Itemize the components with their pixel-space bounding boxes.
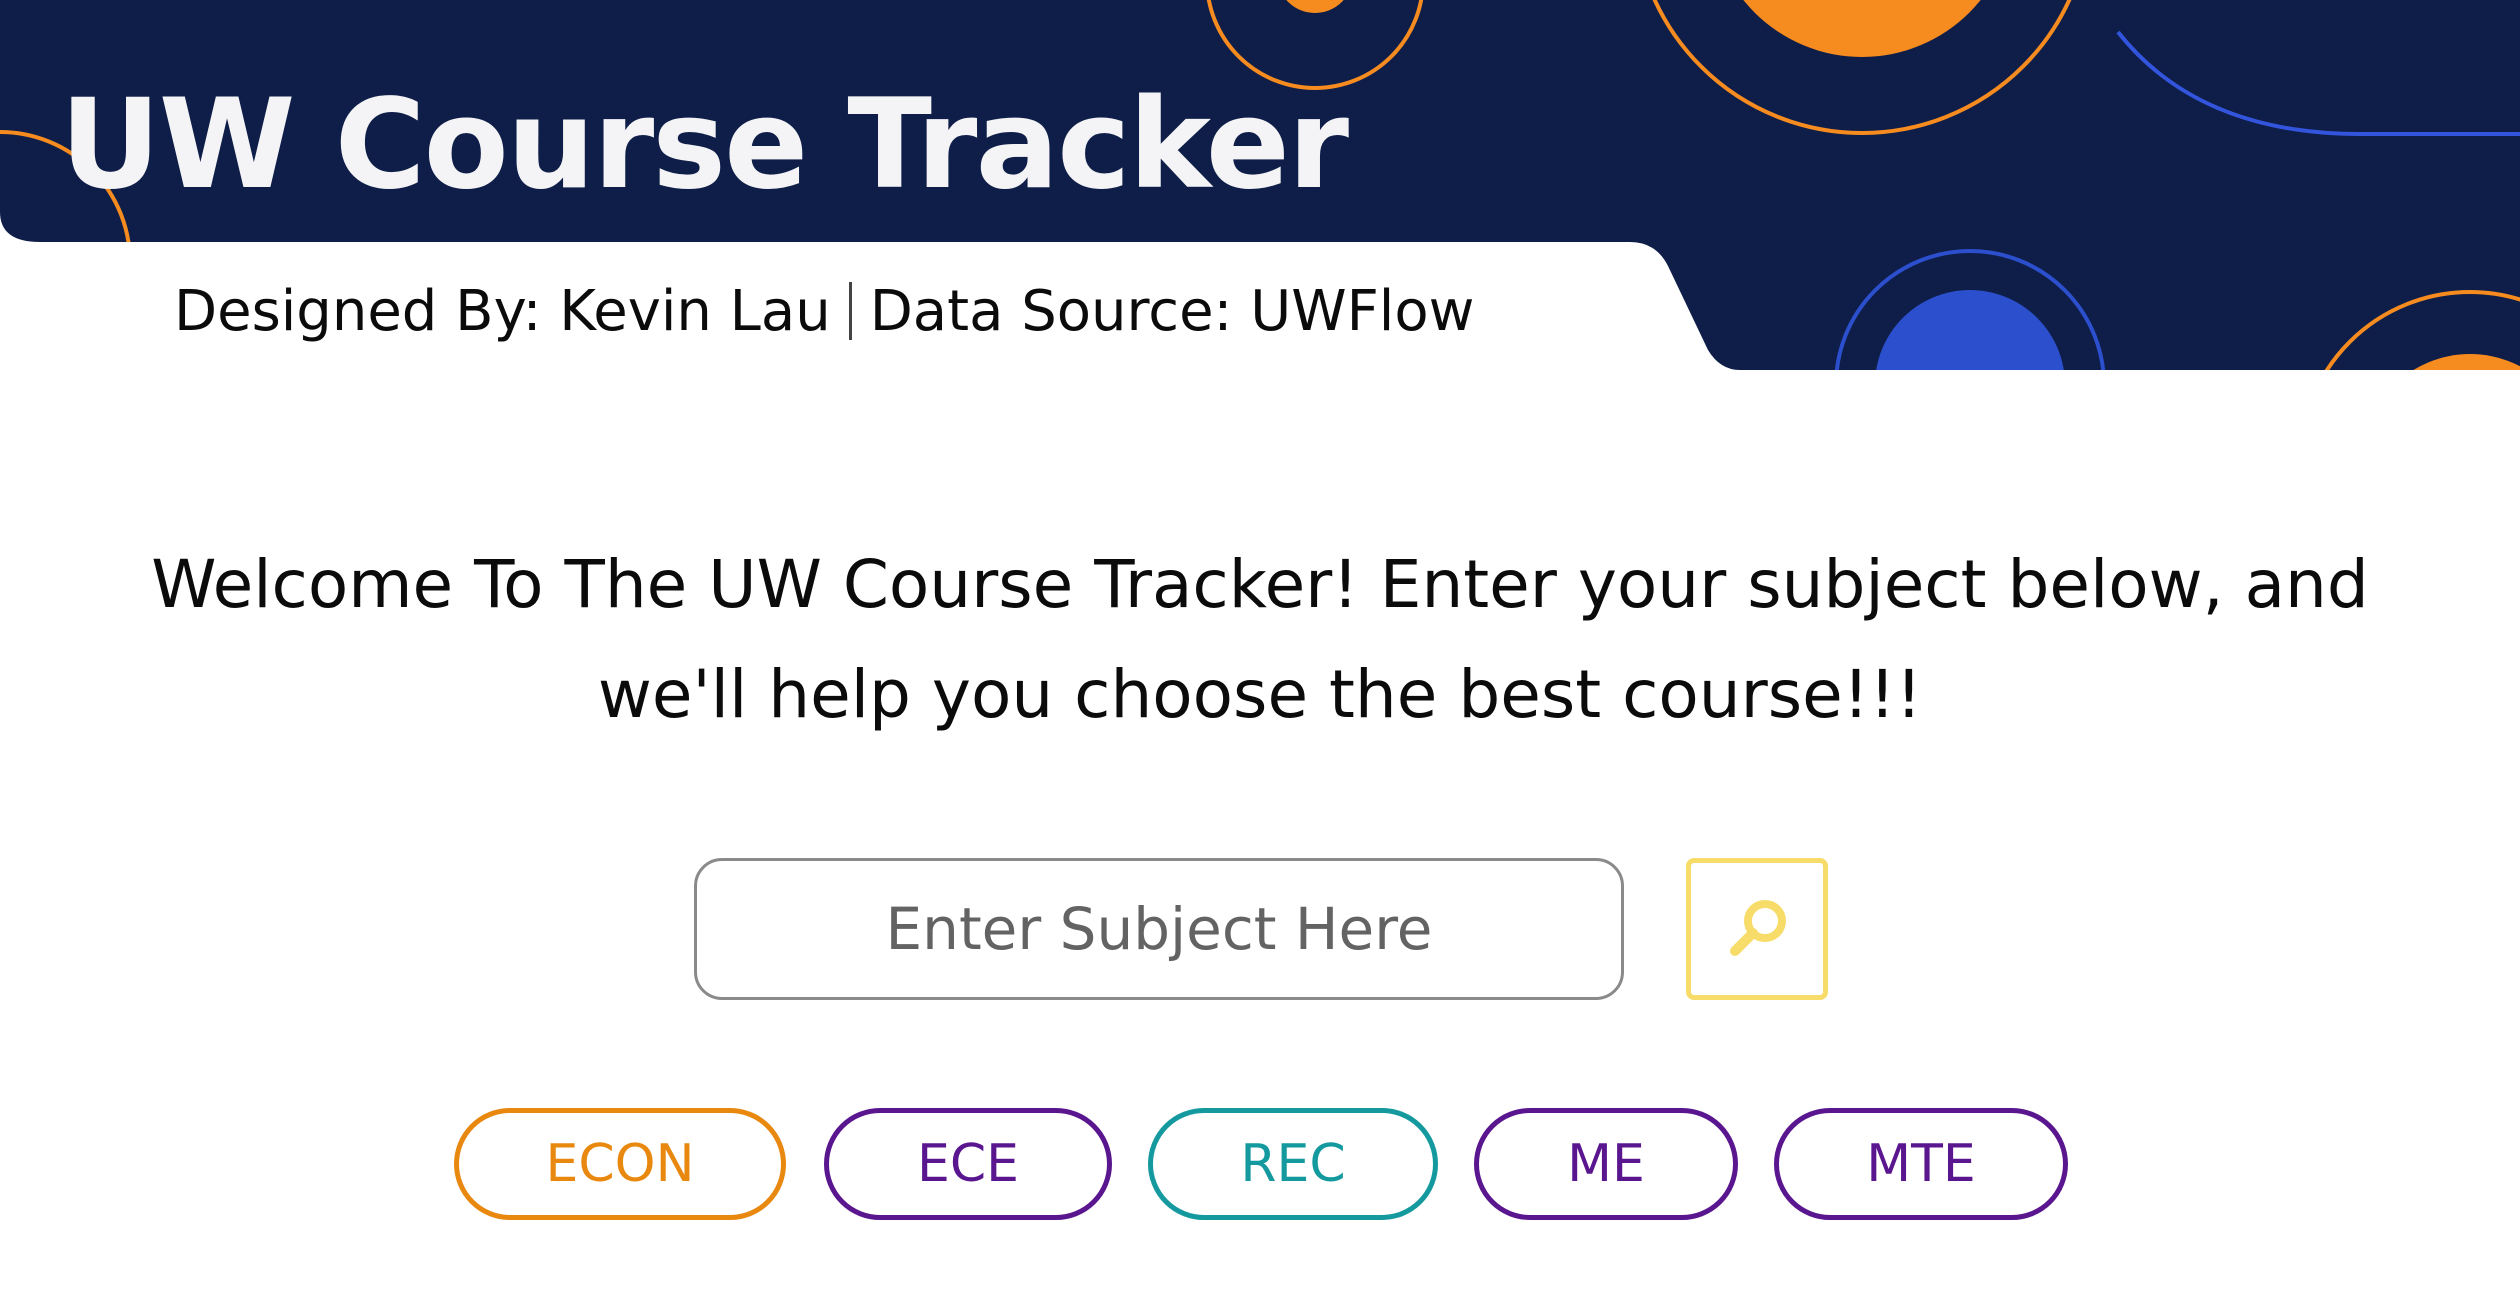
credits-line: Designed By: Kevin Lau Data Source: UWFlo… bbox=[174, 272, 1474, 352]
search-button[interactable] bbox=[1686, 858, 1828, 1000]
page: UW Course Tracker Designed By: Kevin Lau… bbox=[0, 0, 2520, 1294]
subject-chip-mte[interactable]: MTE bbox=[1774, 1108, 2068, 1220]
subject-chip-ece[interactable]: ECE bbox=[824, 1108, 1112, 1220]
data-source-text: Data Source: UWFlow bbox=[869, 279, 1475, 344]
designed-by-text: Designed By: Kevin Lau bbox=[174, 279, 831, 344]
subject-chip-econ[interactable]: ECON bbox=[454, 1108, 786, 1220]
subject-chip-rec[interactable]: REC bbox=[1148, 1108, 1438, 1220]
app-title: UW Course Tracker bbox=[60, 73, 1349, 217]
search-icon bbox=[1730, 900, 1786, 956]
welcome-line-2: we'll help you choose the best course!!! bbox=[597, 656, 1923, 733]
welcome-message: Welcome To The UW Course Tracker! Enter … bbox=[120, 530, 2400, 750]
welcome-line-1: Welcome To The UW Course Tracker! Enter … bbox=[151, 546, 2369, 623]
credits-divider bbox=[848, 282, 852, 340]
subject-search-input[interactable] bbox=[694, 858, 1624, 1000]
subject-chip-me[interactable]: ME bbox=[1474, 1108, 1738, 1220]
